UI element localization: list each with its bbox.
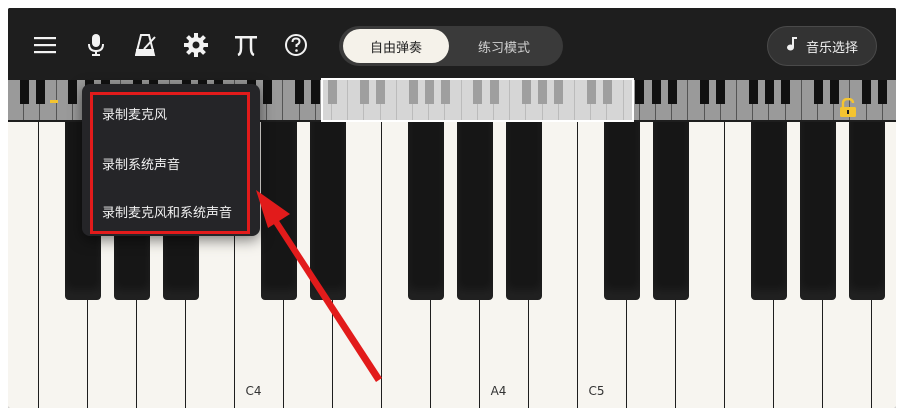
- annotation-arrow: [256, 190, 382, 382]
